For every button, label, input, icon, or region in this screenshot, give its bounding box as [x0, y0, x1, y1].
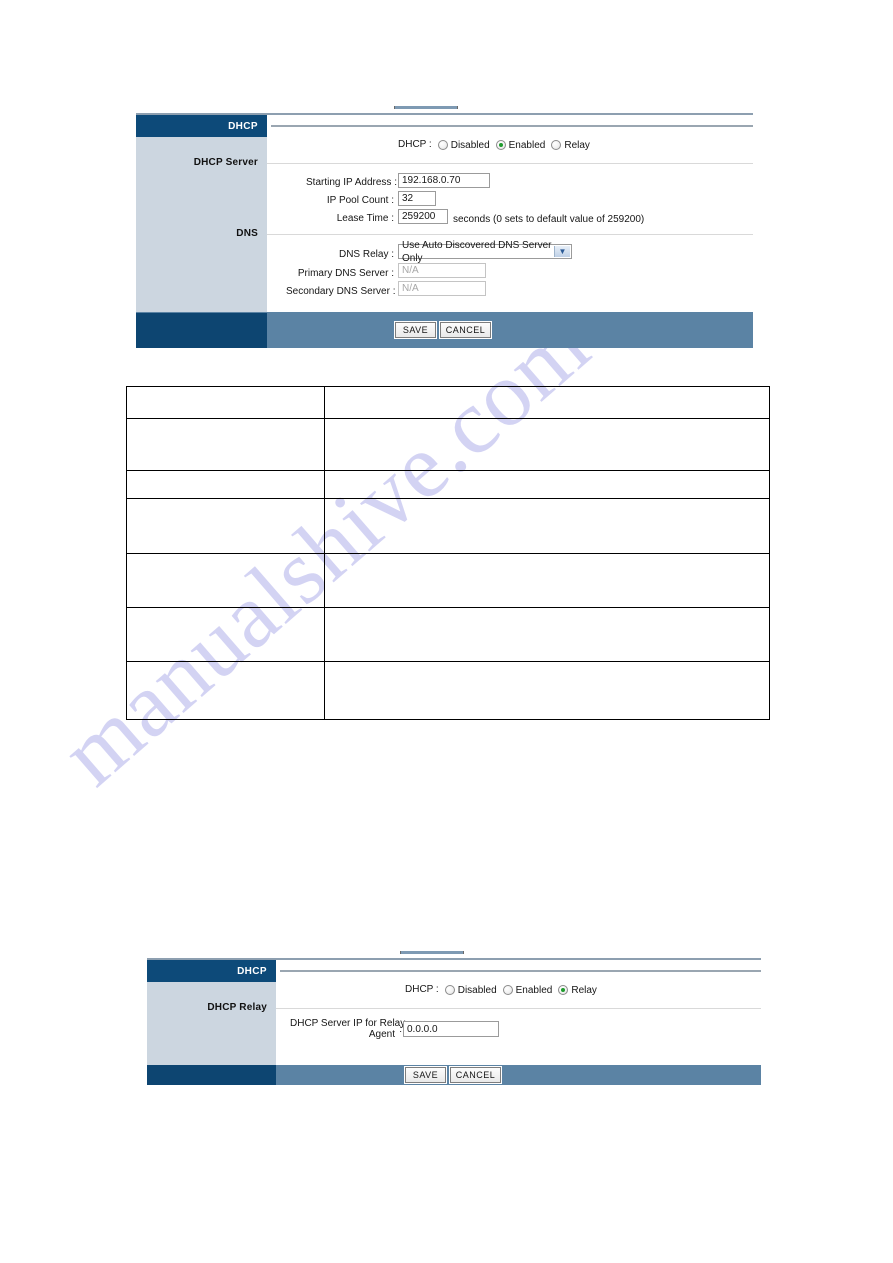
label-lease-time: Lease Time :: [336, 213, 394, 224]
panel-footer-left: [147, 1065, 276, 1085]
table-row: [126, 386, 770, 419]
radio-option-relay[interactable]: Relay: [558, 985, 597, 996]
radio-enabled-icon[interactable]: [502, 985, 513, 995]
section-label-dns: DNS: [236, 228, 258, 239]
table-cell-description: [324, 386, 770, 419]
table-cell-description: [324, 607, 770, 662]
radio-enabled-label: Enabled: [508, 139, 546, 151]
cancel-button[interactable]: CANCEL: [449, 1066, 502, 1084]
radio-disabled-icon[interactable]: [444, 985, 455, 995]
panel-title-divider: [280, 970, 761, 972]
radio-enabled-icon[interactable]: [495, 140, 506, 150]
table-cell-description: [324, 661, 770, 720]
radio-option-disabled[interactable]: Disabled: [444, 984, 497, 996]
panel-title-dhcp: DHCP: [147, 960, 276, 982]
table-cell-term: [126, 498, 325, 554]
table-row: [126, 470, 770, 499]
cancel-button[interactable]: CANCEL: [439, 321, 492, 339]
dhcp-mode-label: DHCP :: [405, 984, 439, 995]
label-relay-agent-line1: DHCP Server IP for Relay: [290, 1018, 406, 1029]
panel-title-text: DHCP: [228, 120, 258, 132]
lease-time-note: seconds (0 sets to default value of 2592…: [453, 214, 645, 225]
panel-title-dhcp: DHCP: [136, 115, 267, 137]
input-starting-ip[interactable]: [398, 173, 490, 188]
table-cell-term: [126, 470, 325, 499]
radio-option-relay[interactable]: Relay: [551, 140, 590, 151]
radio-relay-icon[interactable]: [558, 985, 569, 995]
table-row: [126, 553, 770, 608]
section-rule-dns: [267, 234, 753, 235]
select-dns-relay-value: Use Auto Discovered DNS Server Only: [402, 239, 552, 264]
input-secondary-dns[interactable]: [398, 281, 486, 296]
table-cell-term: [126, 418, 325, 471]
radio-disabled-icon[interactable]: [437, 140, 448, 150]
section-label-dhcp-server: DHCP Server: [193, 157, 258, 168]
label-relay-agent-colon: :: [399, 1024, 402, 1035]
table-cell-description: [324, 418, 770, 471]
panel-footer-left: [136, 313, 267, 348]
description-table: [126, 386, 770, 720]
table-row: [126, 607, 770, 662]
table-row: [126, 661, 770, 720]
label-relay-agent-line2: Agent: [368, 1029, 395, 1040]
label-ip-pool-count: IP Pool Count :: [326, 195, 394, 206]
label-dns-relay: DNS Relay :: [338, 249, 394, 260]
save-button[interactable]: SAVE: [404, 1066, 447, 1084]
radio-relay-label: Relay: [571, 984, 597, 996]
radio-option-enabled[interactable]: Enabled: [495, 139, 546, 151]
label-starting-ip: Starting IP Address :: [306, 177, 397, 188]
section-rule-dhcp-relay: [276, 1008, 761, 1009]
table-cell-term: [126, 661, 325, 720]
table-row: [126, 418, 770, 471]
panel-title-divider: [271, 125, 753, 127]
description-table-body: [126, 386, 770, 720]
panel-title-text: DHCP: [237, 965, 267, 977]
label-secondary-dns: Secondary DNS Server :: [286, 286, 396, 297]
panel-sidebar: [147, 982, 276, 1065]
save-button[interactable]: SAVE: [394, 321, 437, 339]
table-cell-term: [126, 553, 325, 608]
dhcp-mode-radio-group[interactable]: DHCP : Disabled Enabled Relay: [398, 139, 590, 151]
input-ip-pool-count[interactable]: [398, 191, 436, 206]
table-cell-description: [324, 498, 770, 554]
dhcp-mode-label: DHCP :: [398, 139, 432, 150]
panel-tab-stub[interactable]: [400, 951, 464, 954]
section-rule-dhcp-server: [267, 163, 753, 164]
table-cell-term: [126, 386, 325, 419]
table-row: [126, 498, 770, 554]
input-primary-dns[interactable]: [398, 263, 486, 278]
chevron-down-icon[interactable]: ▼: [554, 246, 570, 257]
section-label-dhcp-relay: DHCP Relay: [207, 1002, 267, 1013]
input-lease-time[interactable]: [398, 209, 448, 224]
radio-relay-icon[interactable]: [551, 140, 562, 150]
radio-relay-label: Relay: [564, 139, 590, 151]
radio-disabled-label: Disabled: [450, 139, 490, 151]
input-relay-agent-ip[interactable]: [403, 1021, 499, 1037]
table-cell-description: [324, 553, 770, 608]
table-cell-term: [126, 607, 325, 662]
label-primary-dns: Primary DNS Server :: [297, 268, 394, 279]
radio-option-enabled[interactable]: Enabled: [502, 984, 553, 996]
radio-enabled-label: Enabled: [515, 984, 553, 996]
select-dns-relay[interactable]: Use Auto Discovered DNS Server Only ▼: [398, 240, 572, 264]
label-relay-agent: DHCP Server IP for Relay Agent: [290, 1018, 405, 1040]
radio-disabled-label: Disabled: [457, 984, 497, 996]
dhcp-server-panel: DHCP DHCP : Disabled Enabled Relay DHCP …: [136, 101, 753, 348]
panel-tab-stub[interactable]: [394, 106, 458, 109]
dhcp-mode-radio-group[interactable]: DHCP : Disabled Enabled Relay: [405, 984, 597, 996]
dhcp-relay-panel: DHCP DHCP : Disabled Enabled Relay DHCP …: [147, 946, 761, 1085]
radio-option-disabled[interactable]: Disabled: [437, 139, 490, 151]
table-cell-description: [324, 470, 770, 499]
